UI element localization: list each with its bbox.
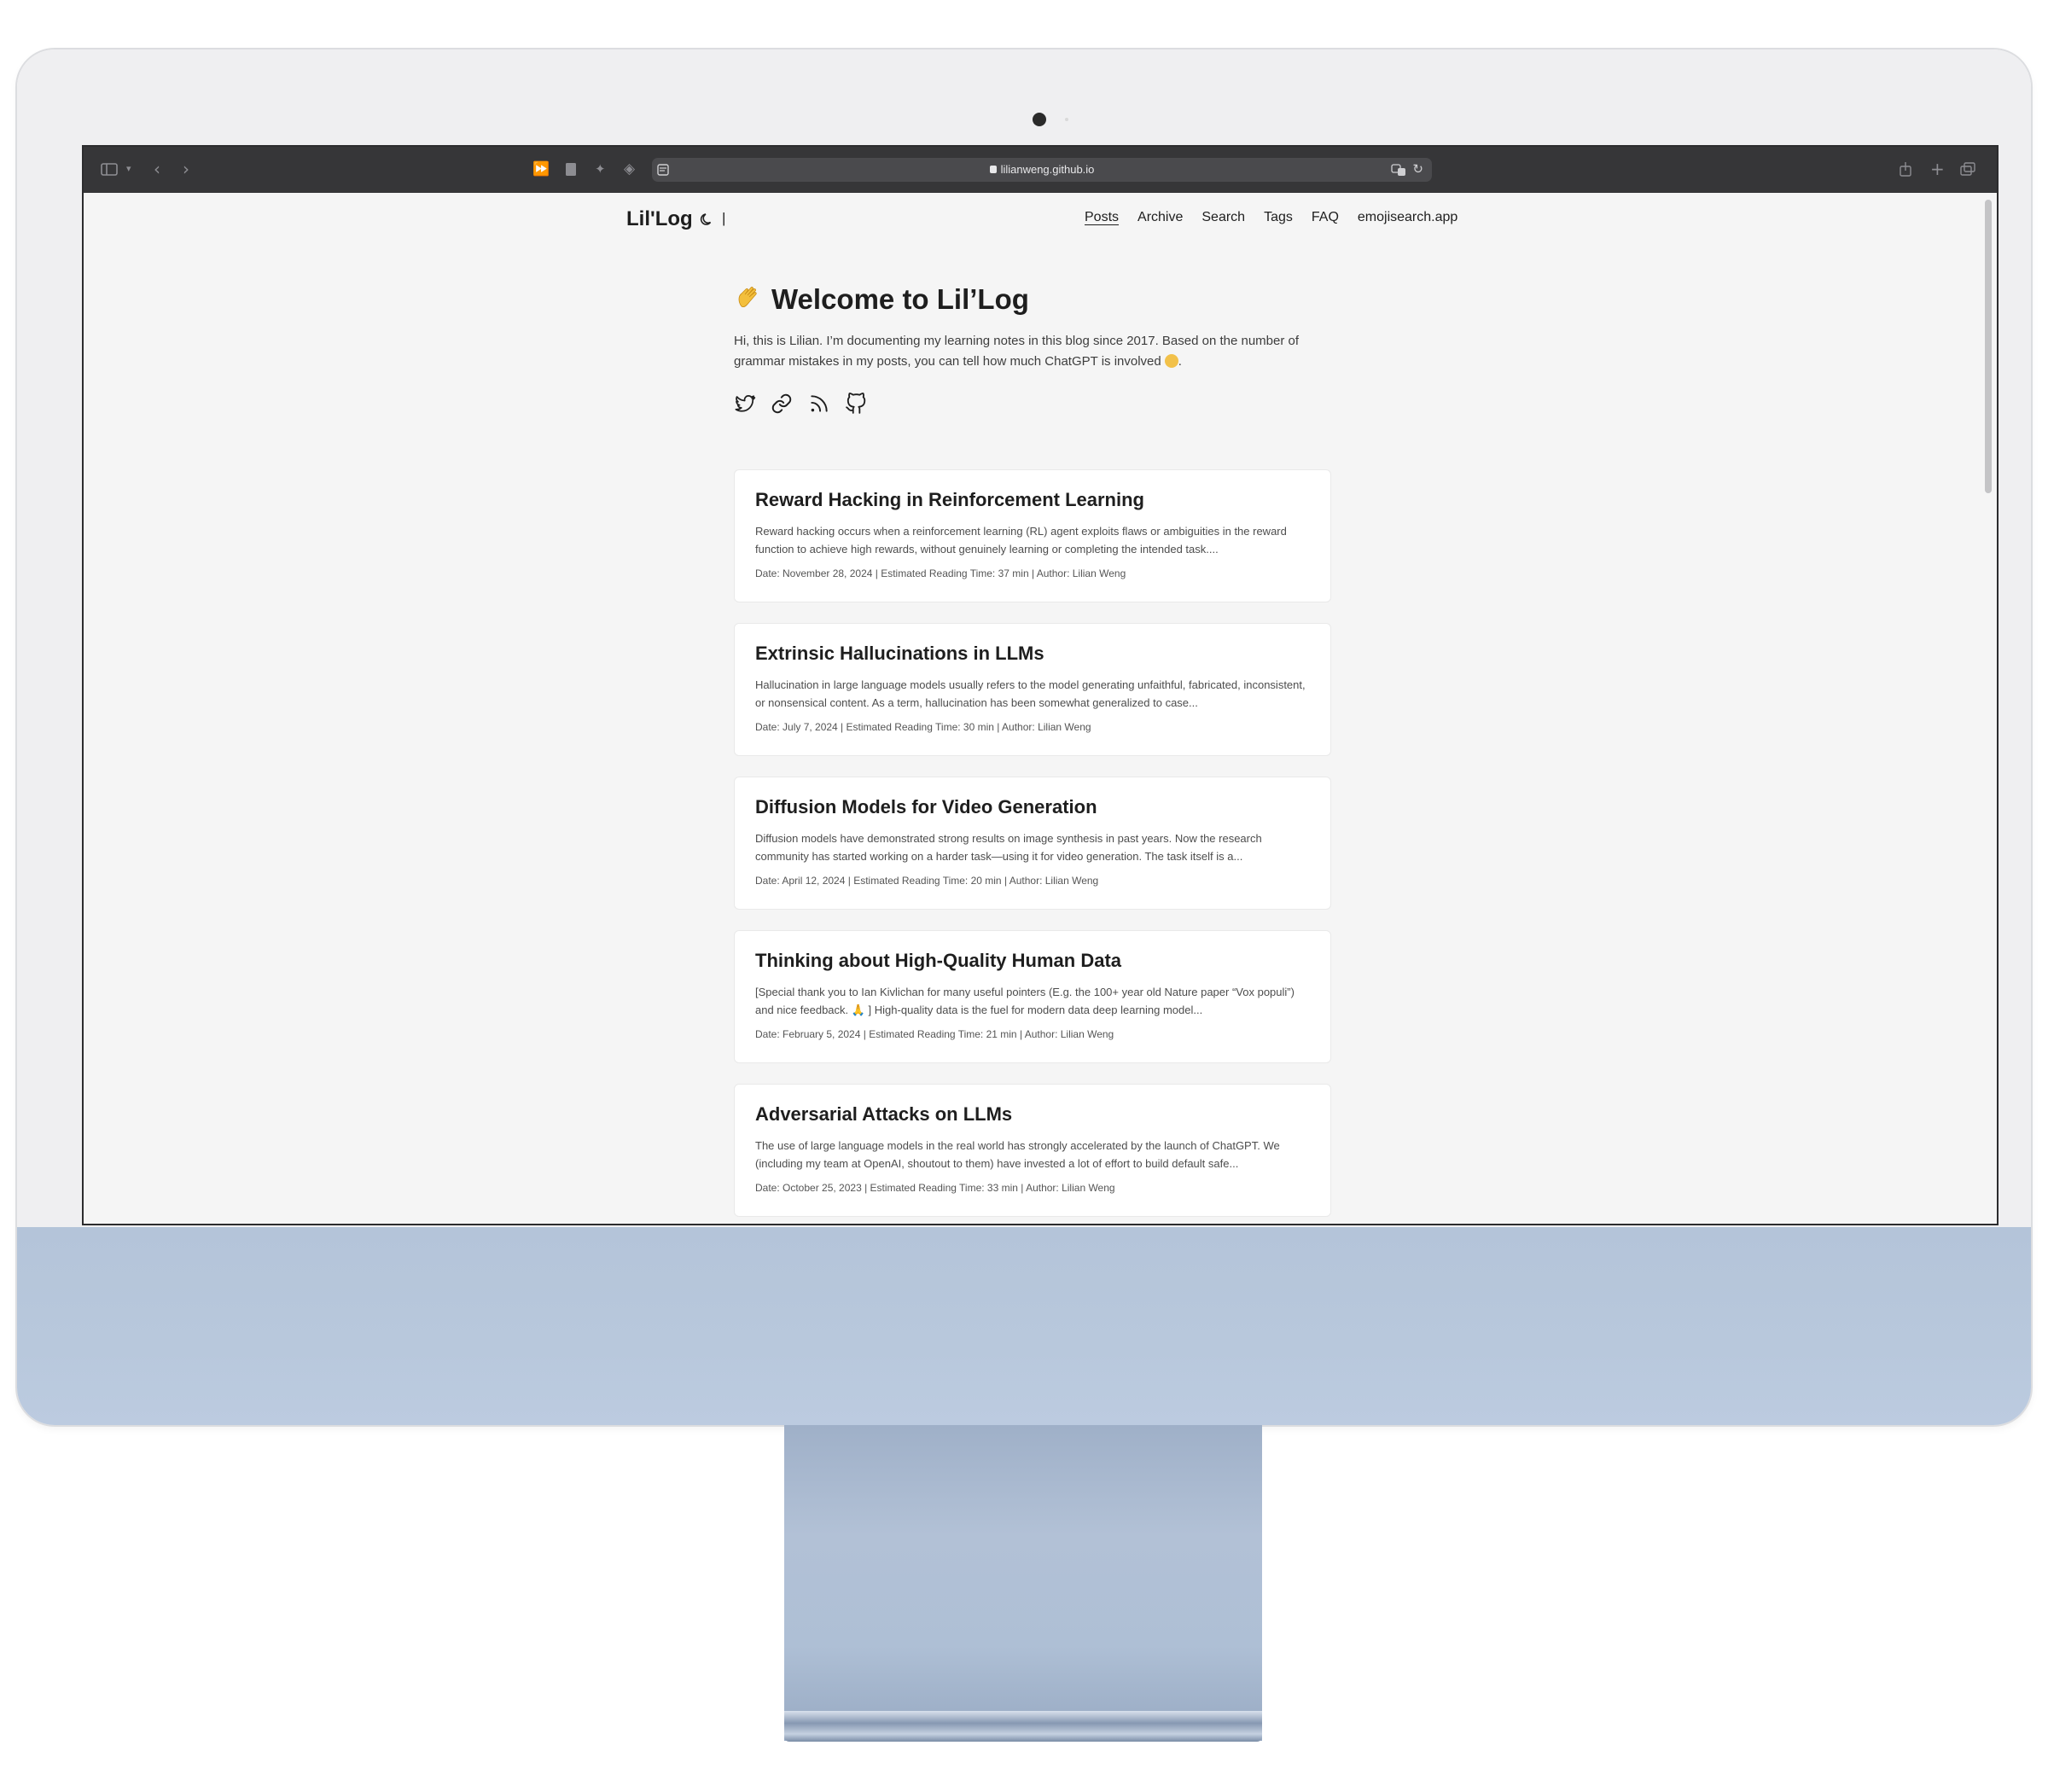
post-card[interactable]: Extrinsic Hallucinations in LLMs Halluci…: [734, 623, 1331, 756]
post-meta: Date: February 5, 2024 | Estimated Readi…: [755, 1028, 1114, 1040]
menu-item-search[interactable]: Search: [1201, 210, 1245, 224]
imac-body: ▾ ‹ › ⏩ ✦ ◈ lilianweng.github.io ↻ + Lil…: [17, 49, 2031, 1425]
menu-item-faq[interactable]: FAQ: [1312, 210, 1339, 224]
post-meta: Date: July 7, 2024 | Estimated Reading T…: [755, 721, 1091, 733]
post-card[interactable]: Thinking about High-Quality Human Data […: [734, 930, 1331, 1063]
menu-item-posts[interactable]: Posts: [1085, 210, 1119, 224]
post-title[interactable]: Adversarial Attacks on LLMs: [755, 1103, 1012, 1126]
menu-item-tags[interactable]: Tags: [1264, 210, 1293, 224]
diamond-icon[interactable]: ◈: [624, 159, 635, 179]
share-icon[interactable]: [1900, 159, 1911, 179]
browser-toolbar: ▾ ‹ › ⏩ ✦ ◈ lilianweng.github.io ↻ +: [84, 147, 1997, 193]
post-card[interactable]: Diffusion Models for Video Generation Di…: [734, 777, 1331, 910]
imac-stand: [784, 1425, 1262, 1741]
intro-text: Hi, this is Lilian. I’m documenting my l…: [734, 331, 1331, 372]
twitter-icon[interactable]: [734, 393, 756, 419]
post-title[interactable]: Reward Hacking in Reinforcement Learning: [755, 489, 1144, 511]
post-summary: Diffusion models have demonstrated stron…: [755, 832, 1262, 863]
post-summary: The use of large language models in the …: [755, 1139, 1280, 1170]
back-icon[interactable]: ‹: [154, 159, 160, 179]
post-summary: Hallucination in large language models u…: [755, 678, 1306, 709]
address-bar[interactable]: lilianweng.github.io ↻: [652, 158, 1432, 182]
post-title[interactable]: Thinking about High-Quality Human Data: [755, 950, 1121, 972]
sidebar-icon[interactable]: [101, 159, 119, 179]
post-summary: Reward hacking occurs when a reinforceme…: [755, 525, 1287, 556]
imac-stand-base: [784, 1711, 1262, 1742]
waving-hand-icon: [734, 283, 763, 312]
post-meta: Date: November 28, 2024 | Estimated Read…: [755, 567, 1126, 579]
camera-icon: [1033, 113, 1046, 126]
link-icon[interactable]: [771, 393, 793, 419]
post-card[interactable]: Reward Hacking in Reinforcement Learning…: [734, 469, 1331, 602]
moon-icon[interactable]: [700, 212, 715, 231]
fast-forward-icon[interactable]: ⏩: [532, 159, 550, 179]
page-title: Welcome to Lil’Log: [734, 283, 1029, 316]
forward-icon[interactable]: ›: [183, 159, 189, 179]
site-logo[interactable]: Lil'Log: [626, 207, 693, 231]
github-icon[interactable]: [845, 393, 867, 419]
post-meta: Date: October 25, 2023 | Estimated Readi…: [755, 1182, 1115, 1194]
tab-overview-icon[interactable]: [1959, 159, 1976, 179]
main-menu: Posts Archive Search Tags FAQ emojisearch.app: [1085, 210, 1476, 225]
display-chin: [17, 1227, 2031, 1425]
winking-face-icon: [1164, 354, 1178, 368]
intro-end: .: [1178, 354, 1182, 369]
menu-item-emojisearch[interactable]: emojisearch.app: [1358, 210, 1457, 224]
rss-icon[interactable]: [808, 393, 830, 419]
post-title[interactable]: Extrinsic Hallucinations in LLMs: [755, 643, 1044, 665]
lock-icon: [989, 166, 997, 173]
camera-indicator: [1065, 118, 1068, 121]
url-text: lilianweng.github.io: [652, 158, 1432, 182]
screen: ▾ ‹ › ⏩ ✦ ◈ lilianweng.github.io ↻ + Lil…: [82, 145, 1999, 1225]
intro-body: Hi, this is Lilian. I’m documenting my l…: [734, 334, 1300, 369]
page-title-text: Welcome to Lil’Log: [771, 283, 1029, 315]
post-meta: Date: April 12, 2024 | Estimated Reading…: [755, 875, 1099, 887]
post-title[interactable]: Diffusion Models for Video Generation: [755, 796, 1097, 818]
chevron-down-icon[interactable]: ▾: [126, 159, 131, 179]
reload-icon[interactable]: ↻: [1412, 161, 1423, 177]
social-links: [734, 393, 878, 418]
translate-icon[interactable]: [1391, 162, 1406, 182]
site-header: Lil'Log | Posts Archive Search Tags FAQ emoji…: [84, 193, 1997, 244]
new-tab-icon[interactable]: +: [1930, 159, 1945, 179]
web-page: Lil'Log | Posts Archive Search Tags FAQ emoji…: [84, 193, 1997, 1224]
logo-separator: |: [722, 210, 726, 226]
post-summary: [Special thank you to Ian Kivlichan for …: [755, 986, 1295, 1016]
post-card[interactable]: Adversarial Attacks on LLMs The use of l…: [734, 1084, 1331, 1217]
menu-item-archive[interactable]: Archive: [1137, 210, 1183, 224]
url-label: lilianweng.github.io: [1000, 163, 1095, 176]
document-icon[interactable]: [565, 159, 577, 179]
extension-icon[interactable]: ✦: [595, 159, 606, 179]
